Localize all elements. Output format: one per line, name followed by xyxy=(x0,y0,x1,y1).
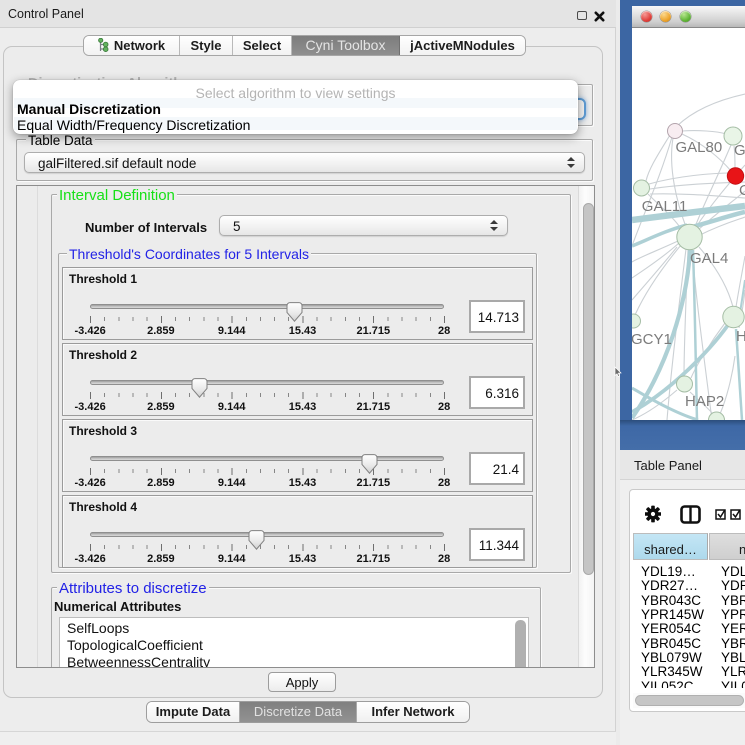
svg-text:GAL80: GAL80 xyxy=(676,139,723,156)
svg-text:G: G xyxy=(734,142,745,159)
svg-text:H: H xyxy=(736,328,745,345)
svg-text:GAL4: GAL4 xyxy=(690,250,728,267)
svg-text:C: C xyxy=(739,182,745,199)
svg-text:GAL11: GAL11 xyxy=(642,198,688,215)
svg-text:HAP2: HAP2 xyxy=(685,393,724,410)
svg-text:GCY1: GCY1 xyxy=(632,331,672,348)
